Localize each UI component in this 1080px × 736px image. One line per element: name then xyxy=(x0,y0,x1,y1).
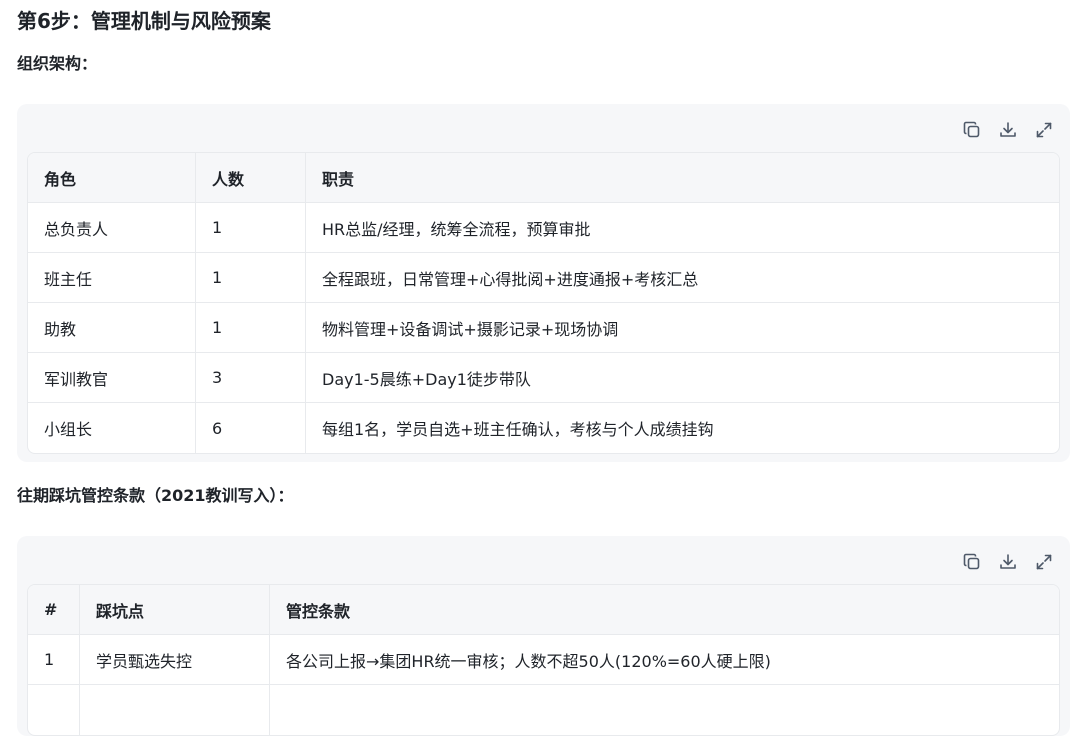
copy-icon[interactable] xyxy=(960,118,984,142)
pitfall-cell xyxy=(80,685,270,735)
table-row: 小组长 6 每组1名，学员自选+班主任确认，考核与个人成绩挂钩 xyxy=(28,403,1059,453)
control-cell: 各公司上报→集团HR统一审核；人数不超50人(120%=60人硬上限) xyxy=(286,651,771,671)
count-cell: 1 xyxy=(196,303,306,352)
pitfall-cell: 学员甄选失控 xyxy=(80,635,270,684)
duty-cell: 全程跟班，日常管理+心得批阅+进度通报+考核汇总 xyxy=(322,269,699,289)
duty-cell: HR总监/经理，统筹全流程，预算审批 xyxy=(322,219,591,239)
table-row: 总负责人 1 HR总监/经理，统筹全流程，预算审批 xyxy=(28,203,1059,253)
pitfall-table: # 踩坑点 管控条款 1 学员甄选失控 各公司上报→集团HR统一审核；人数不超5… xyxy=(27,584,1060,736)
role-cell: 军训教官 xyxy=(28,353,196,402)
control-cell xyxy=(270,685,1059,735)
expand-icon[interactable] xyxy=(1032,118,1056,142)
table-row: 班主任 1 全程跟班，日常管理+心得批阅+进度通报+考核汇总 xyxy=(28,253,1059,303)
download-icon[interactable] xyxy=(996,118,1020,142)
org-heading: 组织架构： xyxy=(17,54,98,73)
table-row: 助教 1 物料管理+设备调试+摄影记录+现场协调 xyxy=(28,303,1059,353)
count-cell: 6 xyxy=(196,403,306,453)
pitfall-table-card: # 踩坑点 管控条款 1 学员甄选失控 各公司上报→集团HR统一审核；人数不超5… xyxy=(17,536,1070,736)
header-cell: 角色 xyxy=(28,153,196,202)
role-cell: 班主任 xyxy=(28,253,196,302)
org-table: 角色 人数 职责 总负责人 1 HR总监/经理，统筹全流程，预算审批 班主任 1… xyxy=(27,152,1060,454)
duty-cell: 每组1名，学员自选+班主任确认，考核与个人成绩挂钩 xyxy=(322,420,714,439)
table-row: 军训教官 3 Day1-5晨练+Day1徒步带队 xyxy=(28,353,1059,403)
role-cell: 小组长 xyxy=(28,403,196,453)
index-cell: 1 xyxy=(28,635,80,684)
table-row xyxy=(28,685,1059,735)
org-table-card: 角色 人数 职责 总负责人 1 HR总监/经理，统筹全流程，预算审批 班主任 1… xyxy=(17,104,1070,462)
copy-icon[interactable] xyxy=(960,550,984,574)
header-cell: # xyxy=(28,585,80,634)
table-row: 1 学员甄选失控 各公司上报→集团HR统一审核；人数不超50人(120%=60人… xyxy=(28,635,1059,685)
header-cell: 人数 xyxy=(196,153,306,202)
table-header-row: 角色 人数 职责 xyxy=(28,153,1059,203)
header-cell: 管控条款 xyxy=(286,601,351,621)
download-icon[interactable] xyxy=(996,550,1020,574)
expand-icon[interactable] xyxy=(1032,550,1056,574)
count-cell: 3 xyxy=(196,353,306,402)
card-toolbar xyxy=(960,550,1056,574)
duty-cell: 物料管理+设备调试+摄影记录+现场协调 xyxy=(322,319,619,339)
duty-cell: Day1-5晨练+Day1徒步带队 xyxy=(322,369,531,389)
header-cell: 职责 xyxy=(322,169,355,189)
count-cell: 1 xyxy=(196,253,306,302)
index-cell xyxy=(28,685,80,735)
count-cell: 1 xyxy=(196,203,306,252)
table-header-row: # 踩坑点 管控条款 xyxy=(28,585,1059,635)
step-title: 第6步：管理机制与风险预案 xyxy=(17,9,271,33)
pitfall-heading: 往期踩坑管控条款（2021教训写入）： xyxy=(17,486,294,505)
header-cell: 踩坑点 xyxy=(80,585,270,634)
role-cell: 总负责人 xyxy=(28,203,196,252)
role-cell: 助教 xyxy=(28,303,196,352)
card-toolbar xyxy=(960,118,1056,142)
